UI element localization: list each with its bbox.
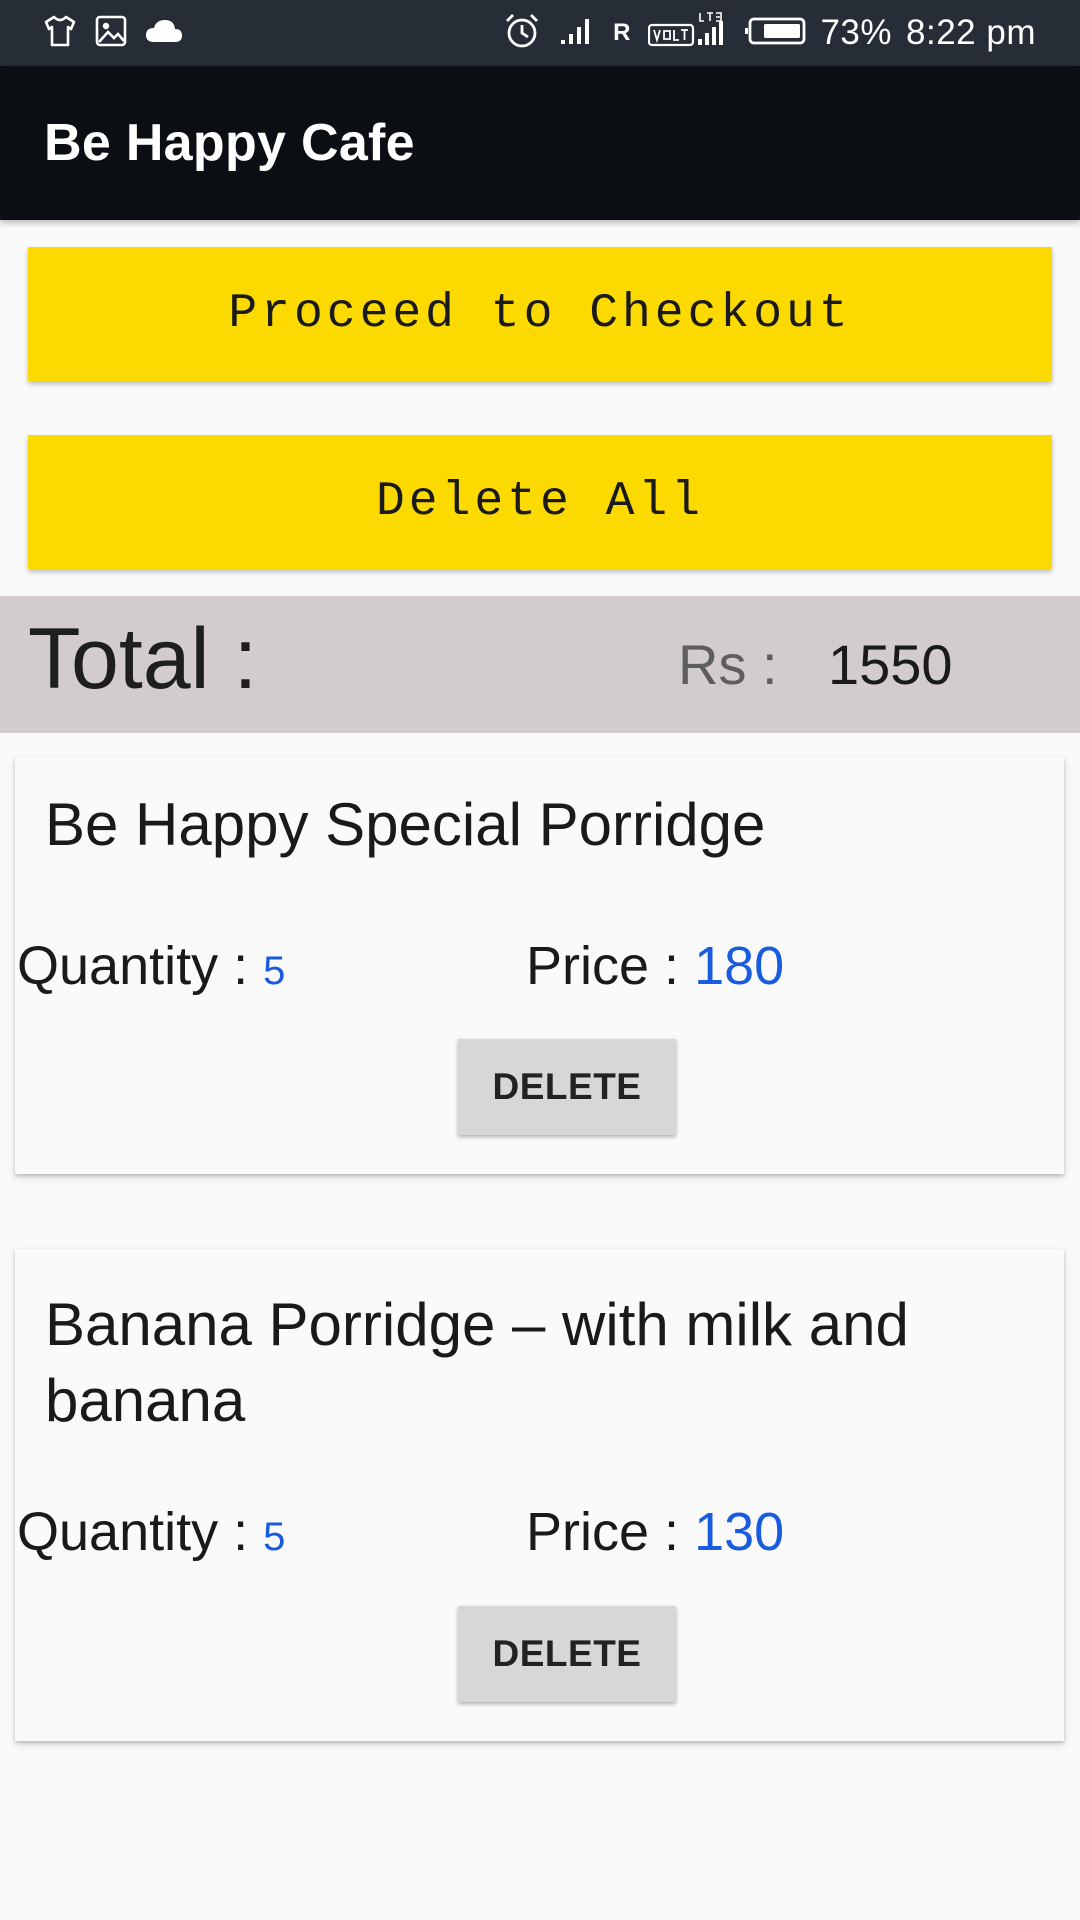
cloud-icon [144,18,184,49]
price-row: Price : 180 [526,935,784,997]
status-bar-right: R 73% 8:22 pm [485,11,1036,56]
quantity-label: Quantity : [17,1502,249,1562]
status-bar: R 73% 8:22 pm [0,0,1080,66]
status-bar-left [42,14,200,53]
delete-item-button[interactable]: DELETE [458,1039,676,1135]
price-label: Price : [526,1502,680,1562]
clock: 8:22 pm [906,13,1036,52]
price-value: 130 [694,1502,785,1562]
cart-item-card: Banana Porridge – with milk and banana Q… [15,1249,1064,1741]
proceed-to-checkout-button[interactable]: Proceed to Checkout [28,247,1052,381]
quantity-value: 5 [263,949,286,993]
battery-icon [744,16,806,51]
quantity-value: 5 [263,1515,286,1559]
battery-percent: 73% [820,13,893,52]
volte-lte-signal-icon [648,11,726,56]
total-value: 1550 [828,633,953,696]
total-label: Total : [28,611,258,707]
tshirt-icon [42,14,78,53]
item-name: Banana Porridge – with milk and banana [45,1291,909,1434]
delete-all-button[interactable]: Delete All [28,435,1052,569]
quantity-row: Quantity : 5 [17,1501,285,1563]
price-row: Price : 130 [526,1501,784,1563]
cart-item-card: Be Happy Special Porridge Quantity : 5 P… [15,757,1064,1174]
price-value: 180 [694,936,785,996]
quantity-label: Quantity : [17,936,249,996]
app-bar: Be Happy Cafe [0,66,1080,220]
total-bar: Total : Rs : 1550 [0,596,1080,733]
delete-item-button[interactable]: DELETE [458,1606,676,1702]
price-label: Price : [526,936,680,996]
item-name: Be Happy Special Porridge [45,791,766,858]
alarm-icon [503,12,541,55]
quantity-row: Quantity : 5 [17,935,285,997]
signal-icon [559,16,595,51]
app-title: Be Happy Cafe [44,114,415,172]
currency-label: Rs : [678,633,778,696]
image-icon [94,14,128,53]
roaming-indicator: R [613,19,631,46]
